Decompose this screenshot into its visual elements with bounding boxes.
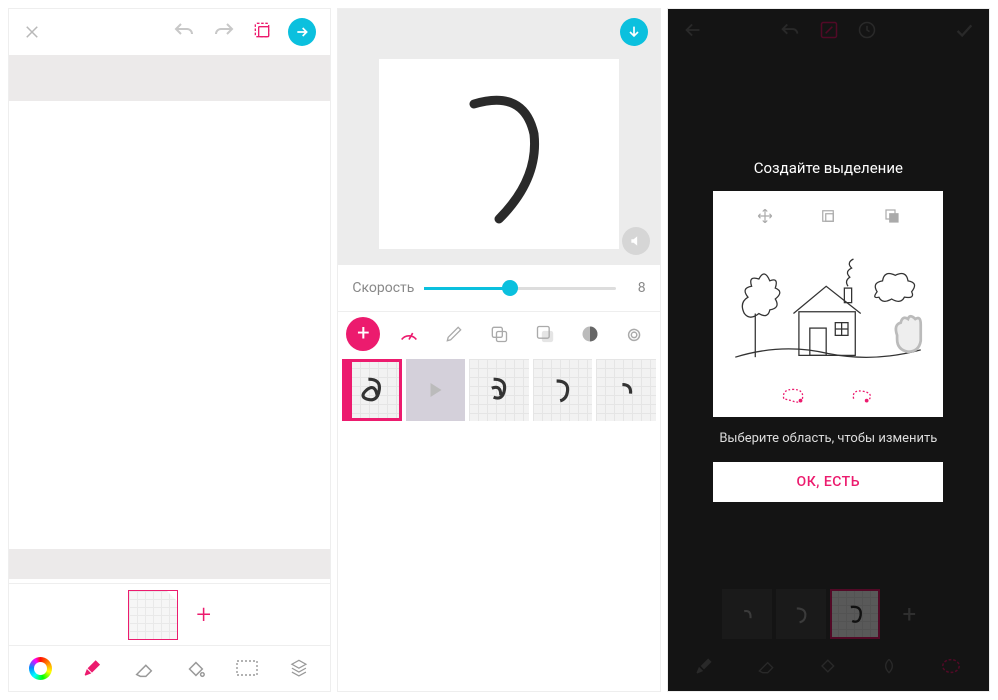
panel-tutorial: + Создайте выделение — [667, 8, 990, 692]
onion-skin-icon[interactable] — [573, 324, 606, 344]
speed-slider[interactable] — [424, 287, 615, 290]
speed-label: Скорость — [352, 280, 414, 296]
preview-canvas[interactable] — [379, 59, 619, 249]
timeline-strip — [9, 55, 330, 101]
panel-animate: Скорость 8 + — [337, 8, 660, 692]
invert-icon — [883, 207, 901, 229]
mute-icon[interactable] — [622, 227, 650, 255]
move-icon — [756, 207, 774, 229]
top-bar — [338, 9, 659, 55]
mask-icon[interactable] — [528, 324, 561, 344]
color-picker-icon[interactable] — [28, 656, 54, 682]
bucket-icon[interactable] — [182, 656, 208, 682]
download-button[interactable] — [620, 18, 648, 46]
ok-button[interactable]: ОК, ЕСТЬ — [713, 462, 943, 502]
close-icon[interactable] — [23, 23, 41, 41]
tutorial-tool-row — [713, 203, 943, 239]
canvas-area[interactable] — [9, 105, 330, 549]
layers-icon[interactable] — [286, 656, 312, 682]
frame-row: + — [9, 583, 330, 645]
speed-control: Скорость 8 — [338, 265, 659, 311]
dialog-title: Создайте выделение — [754, 159, 903, 177]
speed-value: 8 — [626, 280, 646, 296]
redo-icon[interactable] — [212, 20, 236, 44]
undo-icon[interactable] — [172, 20, 196, 44]
crop-dashed-icon[interactable] — [252, 20, 272, 44]
frame-2[interactable] — [469, 359, 528, 421]
frame-1[interactable] — [342, 359, 401, 421]
dialog-subtitle: Выберите область, чтобы изменить — [719, 431, 937, 446]
panel-draw: + — [8, 8, 331, 692]
frame-play[interactable] — [406, 359, 465, 421]
pencil-icon[interactable] — [438, 324, 471, 344]
timeline-strip-bottom — [9, 549, 330, 579]
tutorial-card — [713, 191, 943, 417]
top-bar — [9, 9, 330, 55]
empty-area — [338, 425, 659, 691]
frame-4[interactable] — [596, 359, 655, 421]
snail-icon[interactable] — [618, 324, 651, 344]
preview-area — [338, 55, 659, 265]
eraser-icon[interactable] — [131, 656, 157, 682]
timeline-toolbar: + — [338, 311, 659, 355]
frame-3[interactable] — [533, 359, 592, 421]
add-button[interactable]: + — [346, 317, 380, 351]
tutorial-illustration — [728, 239, 928, 379]
crop-icon — [819, 207, 837, 229]
tutorial-overlay: Создайте выделение — [668, 9, 989, 691]
dotted-examples — [780, 379, 876, 405]
tool-bar — [9, 645, 330, 691]
add-frame-button[interactable]: + — [196, 602, 211, 628]
brush-icon[interactable] — [79, 656, 105, 682]
frame-thumbnail[interactable] — [128, 590, 178, 640]
speedometer-icon[interactable] — [392, 323, 425, 345]
next-button[interactable] — [288, 18, 316, 46]
lasso-icon[interactable] — [234, 656, 260, 682]
frames-strip — [338, 355, 659, 425]
copy-icon[interactable] — [483, 324, 516, 344]
